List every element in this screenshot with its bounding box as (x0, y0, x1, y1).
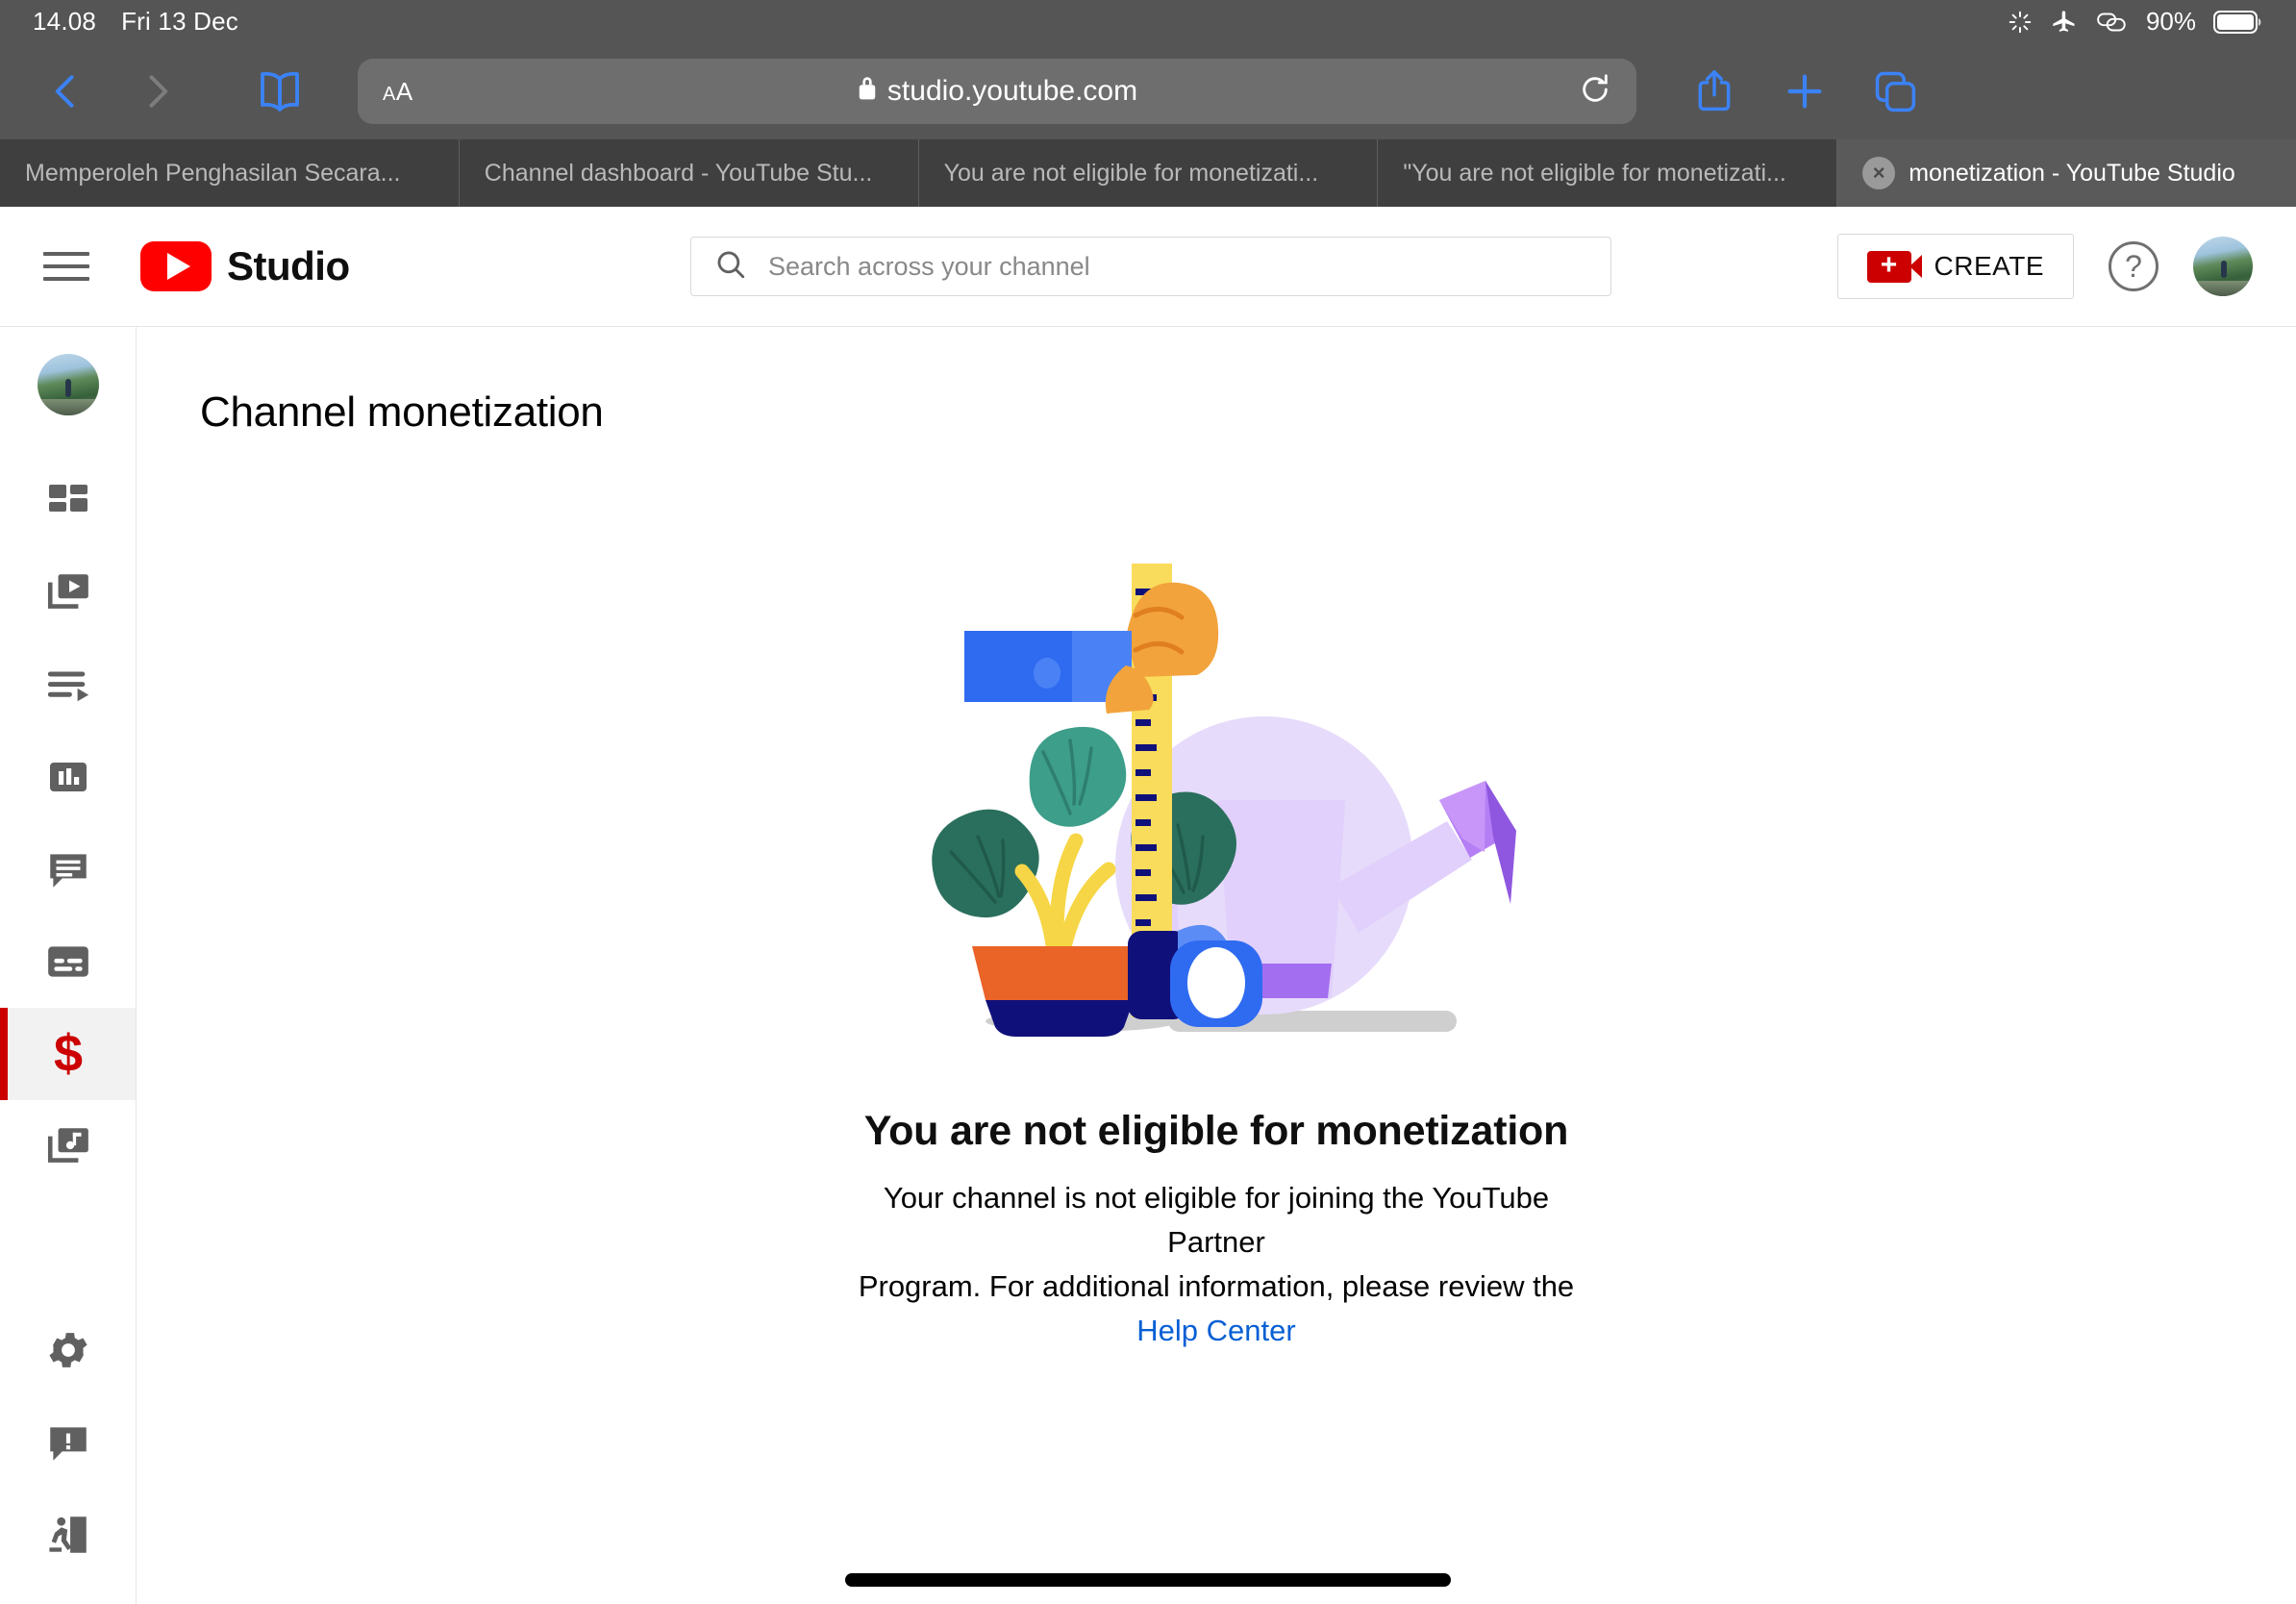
gear-icon (48, 1333, 87, 1367)
browser-tab-2[interactable]: Channel dashboard - YouTube Stu... (460, 139, 919, 207)
monetization-empty-state: You are not eligible for monetization Yo… (137, 548, 2296, 1353)
playlist-icon (47, 671, 88, 702)
hamburger-menu-icon[interactable] (43, 243, 89, 289)
battery-icon (2213, 10, 2263, 35)
feedback-bubble-icon (49, 1427, 87, 1461)
search-input[interactable] (768, 251, 1587, 282)
studio-brand-logo[interactable]: Studio (140, 241, 350, 291)
tabs-overview-button[interactable] (1850, 46, 1940, 137)
help-question-icon[interactable]: ? (2109, 241, 2159, 291)
ipad-safari-screen: 14.08 Fri 13 Dec 90% AA studio.youtube.c… (0, 0, 2296, 1604)
page-title: Channel monetization (200, 388, 604, 436)
forward-button (112, 46, 202, 137)
browser-tab-3[interactable]: You are not eligible for monetizati... (919, 139, 1379, 207)
music-library-icon (47, 1128, 88, 1163)
brand-text: Studio (227, 243, 350, 288)
help-center-link[interactable]: Help Center (1136, 1314, 1295, 1347)
url-display[interactable]: studio.youtube.com (358, 74, 1636, 109)
status-bar-date: Fri 13 Dec (121, 7, 238, 36)
link-icon (2096, 10, 2129, 35)
sidebar-item-send-feedback[interactable] (0, 1396, 136, 1489)
status-bar-time: 14.08 (33, 7, 97, 36)
search-container (690, 237, 1611, 296)
studio-masthead: Studio + CREATE (0, 207, 2296, 327)
empty-state-description-line2: Program. For additional information, ple… (858, 1268, 1575, 1303)
youtube-logo-icon (140, 241, 212, 291)
bookmarks-button[interactable] (235, 46, 325, 137)
exit-door-icon (48, 1516, 87, 1553)
airplane-mode-icon (2050, 9, 2079, 36)
search-box[interactable] (690, 237, 1611, 296)
video-camera-plus-icon: + (1866, 250, 1922, 283)
new-tab-button[interactable] (1759, 46, 1850, 137)
avatar-icon (37, 354, 99, 415)
url-text: studio.youtube.com (886, 75, 1138, 107)
status-bar-right: 90% (2008, 7, 2263, 37)
share-button[interactable] (1669, 46, 1759, 137)
spinner-icon (2008, 10, 2033, 35)
sidebar-item-dashboard[interactable] (0, 454, 136, 546)
reload-button[interactable] (1579, 71, 1611, 113)
subtitles-icon (47, 946, 88, 977)
sidebar-item-content[interactable] (0, 546, 136, 639)
studio-body: $ Channel monetization You are not eligi… (0, 327, 2296, 1604)
sidebar-item-analytics[interactable] (0, 731, 136, 823)
tab-title: Channel dashboard - YouTube Stu... (484, 159, 873, 187)
tab-title: Memperoleh Penghasilan Secara... (25, 159, 401, 187)
plant-watering-can-measuring-tape-illustration (851, 548, 1582, 1039)
sidebar-item-settings[interactable] (0, 1304, 136, 1396)
sidebar-item-exit-studio[interactable] (0, 1489, 136, 1581)
video-library-icon (47, 574, 88, 609)
tab-title: "You are not eligible for monetizati... (1403, 159, 1786, 187)
status-bar: 14.08 Fri 13 Dec 90% (0, 0, 2296, 43)
search-icon (714, 248, 747, 286)
tab-title: You are not eligible for monetizati... (943, 159, 1319, 187)
bar-chart-icon (49, 763, 87, 791)
browser-tab-1[interactable]: Memperoleh Penghasilan Secara... (0, 139, 460, 207)
studio-sidebar: $ (0, 327, 137, 1604)
text-size-large-a: A (395, 76, 413, 106)
empty-state-description: Your channel is not eligible for joining… (832, 1176, 1601, 1353)
text-size-button[interactable]: AA (383, 77, 413, 107)
svg-text:$: $ (53, 1028, 82, 1080)
youtube-studio-page: Studio + CREATE (0, 207, 2296, 1604)
dollar-sign-icon: $ (53, 1028, 82, 1080)
sidebar-item-playlists[interactable] (0, 639, 136, 731)
sidebar-item-comments[interactable] (0, 823, 136, 915)
tab-title: monetization - YouTube Studio (1909, 159, 2235, 187)
empty-state-heading: You are not eligible for monetization (863, 1108, 1569, 1154)
dashboard-grid-icon (48, 485, 87, 512)
main-content: Channel monetization You are not eligibl… (137, 327, 2296, 1604)
status-bar-left: 14.08 Fri 13 Dec (33, 7, 238, 37)
create-button-label: CREATE (1934, 251, 2044, 281)
avatar[interactable] (2193, 237, 2253, 296)
browser-tab-4[interactable]: "You are not eligible for monetizati... (1378, 139, 1838, 207)
battery-percent: 90% (2145, 7, 2196, 36)
create-button[interactable]: + CREATE (1836, 234, 2074, 299)
sidebar-item-monetization[interactable]: $ (0, 1008, 136, 1100)
back-button[interactable] (21, 46, 112, 137)
sidebar-item-channel-avatar[interactable] (0, 354, 136, 415)
browser-tab-5-active[interactable]: × monetization - YouTube Studio (1837, 139, 2296, 207)
toolbar-right-buttons (1669, 46, 1963, 137)
empty-state-description-line1: Your channel is not eligible for joining… (883, 1181, 1550, 1259)
close-icon[interactable]: × (1862, 157, 1896, 189)
home-indicator (845, 1573, 1451, 1587)
safari-toolbar: AA studio.youtube.com (0, 43, 2296, 139)
text-size-small-a: A (383, 83, 396, 105)
lock-icon (857, 74, 878, 109)
sidebar-item-subtitles[interactable] (0, 915, 136, 1008)
masthead-right-actions: + CREATE ? (1836, 234, 2253, 299)
comment-bubble-icon (49, 854, 87, 888)
sidebar-item-audio-library[interactable] (0, 1100, 136, 1192)
navigation-buttons (0, 46, 325, 137)
tab-bar: Memperoleh Penghasilan Secara... Channel… (0, 139, 2296, 207)
url-bar[interactable]: AA studio.youtube.com (358, 59, 1636, 124)
